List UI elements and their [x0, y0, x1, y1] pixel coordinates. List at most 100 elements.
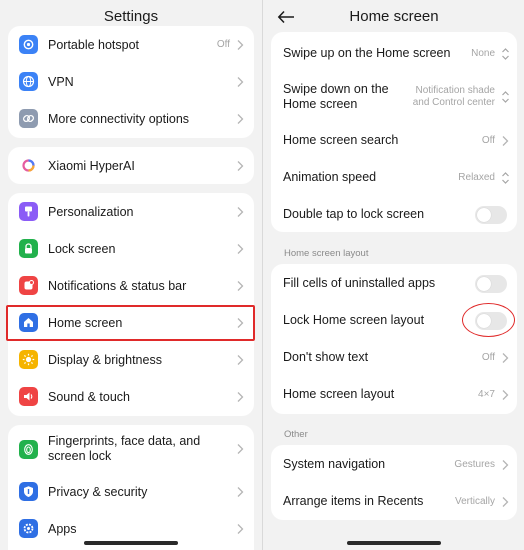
shield-icon	[19, 482, 38, 501]
hyperai-card: Xiaomi HyperAI	[8, 147, 254, 184]
security-card: Fingerprints, face data, and screen lock…	[8, 425, 254, 550]
settings-item-xiaomi-hyperai[interactable]: Xiaomi HyperAI	[8, 147, 254, 184]
lock-layout-setting: Lock Home screen layout	[271, 302, 517, 339]
home-search-setting[interactable]: Home screen search Off	[271, 122, 517, 159]
home-indicator	[84, 541, 178, 545]
settings-item-sound[interactable]: Sound & touch	[8, 378, 254, 415]
chevron-right-icon	[237, 76, 244, 87]
chevron-right-icon	[237, 39, 244, 50]
settings-item-notifications[interactable]: Notifications & status bar	[8, 267, 254, 304]
chevron-right-icon	[237, 317, 244, 328]
layout-card: Fill cells of uninstalled apps Lock Home…	[271, 264, 517, 414]
gestures-card: Swipe up on the Home screen None Swipe d…	[271, 32, 517, 232]
setting-value: None	[471, 47, 495, 59]
brush-icon	[19, 202, 38, 221]
settings-item-label: Privacy & security	[48, 484, 148, 499]
settings-pane: Settings Portable hotspot Off VPN More c…	[0, 0, 262, 550]
connectivity-card: Portable hotspot Off VPN More connectivi…	[8, 26, 254, 138]
chevron-right-icon	[502, 459, 509, 470]
settings-item-label: VPN	[48, 74, 74, 89]
chevron-right-icon	[237, 486, 244, 497]
setting-value: 4×7	[478, 388, 495, 400]
settings-item-portable-hotspot[interactable]: Portable hotspot Off	[8, 26, 254, 63]
settings-item-privacy[interactable]: Privacy & security	[8, 473, 254, 510]
double-tap-lock-setting: Double tap to lock screen	[271, 196, 517, 233]
dont-show-text-setting[interactable]: Don't show text Off	[271, 339, 517, 376]
settings-item-label: Xiaomi HyperAI	[48, 158, 135, 173]
settings-item-value: Off	[216, 39, 230, 50]
setting-value: Relaxed	[458, 171, 495, 183]
hyperai-icon	[19, 156, 38, 175]
settings-item-home-screen[interactable]: Home screen	[8, 304, 254, 341]
fill-cells-setting: Fill cells of uninstalled apps	[271, 265, 517, 302]
hotspot-icon	[19, 35, 38, 54]
sun-icon	[19, 350, 38, 369]
home-indicator	[347, 541, 441, 545]
settings-item-personalization[interactable]: Personalization	[8, 193, 254, 230]
speaker-icon	[19, 387, 38, 406]
setting-label: Arrange items in Recents	[283, 494, 424, 508]
other-card: System navigation Gestures Arrange items…	[271, 445, 517, 520]
home-icon	[19, 313, 38, 332]
display-personal-card: Personalization Lock screen Notification…	[8, 193, 254, 416]
chevron-right-icon	[237, 243, 244, 254]
settings-item-label: Notifications & status bar	[48, 278, 187, 293]
page-title: Settings	[103, 8, 159, 25]
section-label-other: Other	[284, 429, 308, 440]
settings-item-label: Display & brightness	[48, 352, 162, 367]
settings-item-label: Portable hotspot	[48, 37, 140, 52]
bell-icon	[19, 276, 38, 295]
settings-item-label: More connectivity options	[48, 111, 190, 126]
up-down-icon	[502, 171, 509, 184]
swipe-down-setting[interactable]: Swipe down on the Home screen Notificati…	[271, 75, 517, 119]
settings-item-vpn[interactable]: VPN	[8, 63, 254, 100]
setting-value: Off	[481, 351, 495, 363]
setting-label: Don't show text	[283, 350, 369, 364]
system-navigation-setting[interactable]: System navigation Gestures	[271, 446, 517, 483]
lock-layout-toggle[interactable]	[475, 311, 507, 330]
fill-cells-toggle[interactable]	[475, 274, 507, 293]
settings-item-label: Fingerprints, face data, and screen lock	[48, 434, 201, 463]
up-down-icon	[502, 91, 509, 103]
swipe-up-setting[interactable]: Swipe up on the Home screen None	[271, 35, 517, 72]
setting-value: Gestures	[454, 458, 495, 470]
chevron-right-icon	[502, 389, 509, 400]
setting-label: Swipe down on the Home screen	[283, 82, 389, 111]
settings-item-display[interactable]: Display & brightness	[8, 341, 254, 378]
setting-label: Home screen layout	[283, 387, 395, 401]
chevron-right-icon	[502, 135, 509, 146]
chevron-right-icon	[237, 391, 244, 402]
chevron-right-icon	[502, 352, 509, 363]
chevron-right-icon	[237, 354, 244, 365]
chevron-right-icon	[237, 206, 244, 217]
setting-label: Animation speed	[283, 170, 377, 184]
setting-value: Notification shade and Control center	[412, 85, 495, 108]
chevron-right-icon	[502, 496, 509, 507]
home-screen-layout-setting[interactable]: Home screen layout 4×7	[271, 376, 517, 413]
page-title: Home screen	[349, 8, 439, 25]
settings-item-lock-screen[interactable]: Lock screen	[8, 230, 254, 267]
chevron-right-icon	[237, 444, 244, 454]
settings-item-fingerprints[interactable]: Fingerprints, face data, and screen lock	[8, 427, 254, 471]
animation-speed-setting[interactable]: Animation speed Relaxed	[271, 159, 517, 196]
setting-label: Lock Home screen layout	[283, 313, 425, 327]
chevron-right-icon	[237, 523, 244, 534]
chevron-right-icon	[237, 160, 244, 171]
toggle-knob	[477, 276, 491, 291]
arrange-recents-setting[interactable]: Arrange items in Recents Vertically	[271, 483, 517, 520]
setting-label: Fill cells of uninstalled apps	[283, 276, 436, 290]
settings-item-label: Sound & touch	[48, 389, 131, 404]
gear-icon	[19, 519, 38, 538]
settings-item-label: Lock screen	[48, 241, 116, 256]
up-down-icon	[502, 47, 509, 60]
section-label-layout: Home screen layout	[284, 248, 369, 259]
globe-icon	[19, 72, 38, 91]
double-tap-lock-toggle[interactable]	[475, 205, 507, 224]
setting-value: Off	[481, 134, 495, 146]
link-icon	[19, 109, 38, 128]
chevron-right-icon	[237, 113, 244, 124]
setting-value: Vertically	[454, 495, 495, 507]
setting-label: Double tap to lock screen	[283, 207, 425, 221]
settings-item-more-connectivity[interactable]: More connectivity options	[8, 100, 254, 137]
home-screen-pane: Home screen Swipe up on the Home screen …	[262, 0, 524, 550]
